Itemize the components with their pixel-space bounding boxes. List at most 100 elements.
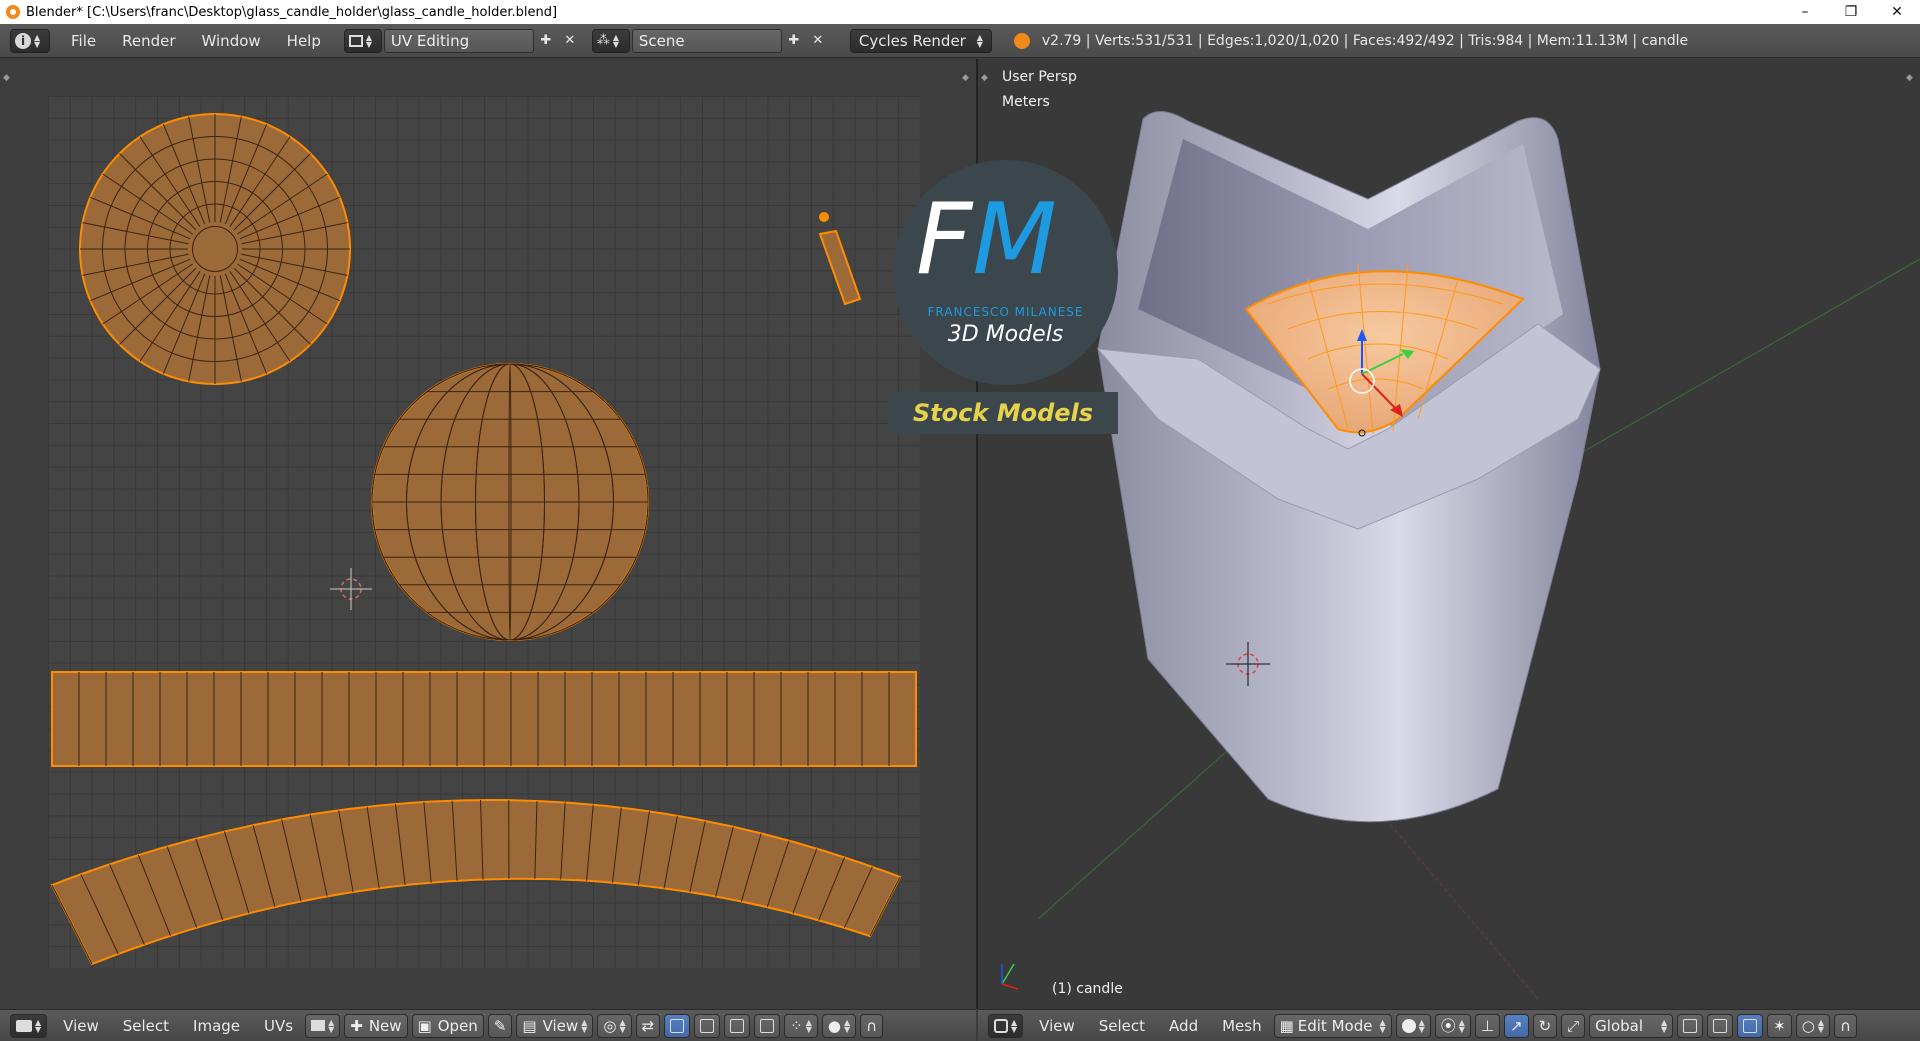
edge-mode-button[interactable] bbox=[1707, 1013, 1734, 1038]
menu-help[interactable]: Help bbox=[274, 32, 334, 50]
edge-select-mode[interactable] bbox=[694, 1013, 721, 1038]
snap-3d-toggle[interactable]: ∩ bbox=[1834, 1013, 1857, 1038]
screen-layout-selector[interactable]: ▲ ▼ bbox=[343, 28, 382, 53]
axis-indicator-x bbox=[1001, 983, 1019, 990]
snap-toggle[interactable]: ∩ bbox=[860, 1013, 884, 1038]
limit-selection-toggle[interactable]: ✶ bbox=[1767, 1013, 1792, 1038]
uv-image-editor[interactable]: ◆ ◆ bbox=[0, 59, 976, 1009]
scale-manipulator[interactable]: ⤢ bbox=[1561, 1013, 1586, 1038]
3d-menu-select[interactable]: Select bbox=[1087, 1017, 1157, 1035]
proportional-edit-dropdown[interactable]: ● ▲ ▼ bbox=[821, 1013, 857, 1038]
updown-icon: ▲ ▼ bbox=[1661, 1017, 1668, 1034]
open-image-button[interactable]: ▣ Open bbox=[411, 1013, 484, 1038]
add-layout-icon[interactable]: ✚ bbox=[534, 29, 558, 53]
view-units-label: Meters bbox=[1002, 94, 1050, 110]
updown-icon: ▲ ▼ bbox=[976, 32, 983, 49]
face-mode-button[interactable] bbox=[1737, 1013, 1764, 1038]
face-select-mode[interactable] bbox=[724, 1013, 751, 1038]
blender-logo-icon bbox=[6, 5, 20, 19]
menu-render[interactable]: Render bbox=[109, 32, 188, 50]
restore-button[interactable]: ❐ bbox=[1828, 0, 1874, 24]
remove-scene-icon[interactable]: ✕ bbox=[806, 29, 830, 53]
active-object-label: (1) candle bbox=[1052, 981, 1123, 997]
pivot-icon: ◎ bbox=[603, 1016, 617, 1035]
uv-menu-select[interactable]: Select bbox=[111, 1017, 181, 1035]
mode-label: Edit Mode bbox=[1297, 1016, 1373, 1035]
uv-island-dot[interactable] bbox=[819, 212, 829, 222]
sync-selection-toggle[interactable]: ⇄ bbox=[635, 1013, 661, 1038]
uv-island-band[interactable] bbox=[50, 799, 902, 966]
uv-island-small[interactable] bbox=[818, 229, 862, 306]
vertex-select-mode[interactable] bbox=[664, 1013, 691, 1038]
vertex-select-icon bbox=[670, 1018, 685, 1033]
solid-shading-icon bbox=[1401, 1018, 1416, 1033]
add-scene-icon[interactable]: ✚ bbox=[782, 29, 806, 53]
new-image-label: New bbox=[368, 1016, 402, 1035]
rotate-manipulator[interactable]: ↻ bbox=[1532, 1013, 1558, 1038]
updown-icon: ▲ ▼ bbox=[34, 32, 41, 49]
view-mode-dropdown[interactable]: ▤ View ▲ ▼ bbox=[516, 1013, 594, 1038]
3d-scene[interactable] bbox=[978, 59, 1920, 1009]
view-perspective-label: User Persp bbox=[1002, 69, 1077, 85]
stock-models-badge: Stock Models bbox=[888, 392, 1118, 434]
manipulator-icon: ⊥ bbox=[1480, 1016, 1494, 1035]
screen-layout-field[interactable]: UV Editing bbox=[383, 28, 534, 53]
pivot-dropdown[interactable]: ◎ ▲ ▼ bbox=[597, 1013, 632, 1038]
uv-menu-image[interactable]: Image bbox=[181, 1017, 252, 1035]
menu-window[interactable]: Window bbox=[189, 32, 274, 50]
editor-type-info-button[interactable]: i ▲ ▼ bbox=[10, 28, 50, 53]
region-toggle-icon[interactable]: ◆ bbox=[1906, 73, 1913, 83]
remove-layout-icon[interactable]: ✕ bbox=[558, 29, 582, 53]
info-header: i ▲ ▼ File Render Window Help ▲ ▼ UV Editi… bbox=[0, 24, 1920, 58]
3d-viewport[interactable]: ◆ ◆ User Persp Meters (1) candle bbox=[978, 59, 1920, 1009]
logo-letter-m: M bbox=[972, 183, 1057, 297]
region-toggle-icon[interactable]: ◆ bbox=[981, 73, 988, 83]
updown-icon: ▲ ▼ bbox=[1379, 1017, 1386, 1034]
3d-menu-mesh[interactable]: Mesh bbox=[1210, 1017, 1274, 1035]
view-mode-icon: ▤ bbox=[522, 1016, 537, 1035]
brand-name: FRANCESCO MILANESE bbox=[927, 305, 1084, 319]
scene-selector[interactable]: ⁂ ▲ ▼ bbox=[591, 28, 630, 53]
uv-menu-uvs[interactable]: UVs bbox=[252, 1017, 305, 1035]
vertex-mode-icon bbox=[1683, 1018, 1698, 1033]
editor-type-uv-button[interactable]: ▲ ▼ bbox=[10, 1013, 48, 1038]
edge-select-icon bbox=[700, 1018, 715, 1033]
new-image-button[interactable]: ✚ New bbox=[344, 1013, 408, 1038]
transform-orientation-dropdown[interactable]: Global ▲ ▼ bbox=[1589, 1013, 1674, 1038]
updown-icon: ▲ ▼ bbox=[1458, 1017, 1465, 1034]
edge-mode-icon bbox=[1713, 1018, 1728, 1033]
mode-dropdown[interactable]: ▦ Edit Mode ▲ ▼ bbox=[1273, 1013, 1392, 1038]
scene-field[interactable]: Scene bbox=[631, 28, 782, 53]
3d-menu-view[interactable]: View bbox=[1027, 1017, 1087, 1035]
manipulator-toggle[interactable]: ⊥ bbox=[1474, 1013, 1500, 1038]
updown-icon: ▲ ▼ bbox=[1817, 1017, 1824, 1034]
watermark-logo: FM FRANCESCO MILANESE 3D Models Stock Mo… bbox=[888, 160, 1118, 435]
proportional-edit-3d[interactable]: ○ ▲ ▼ bbox=[1795, 1013, 1830, 1038]
vertex-mode-button[interactable] bbox=[1677, 1013, 1704, 1038]
image-browse-button[interactable]: ▲ ▼ bbox=[305, 1013, 341, 1038]
sticky-select-icon: ⁘ bbox=[790, 1016, 803, 1035]
pin-button[interactable]: ✎ bbox=[487, 1013, 513, 1038]
sync-icon: ⇄ bbox=[641, 1016, 655, 1035]
updown-icon: ▲ ▼ bbox=[1418, 1017, 1425, 1034]
close-button[interactable]: ✕ bbox=[1874, 0, 1920, 24]
updown-icon: ▲ ▼ bbox=[35, 1017, 42, 1034]
menu-file[interactable]: File bbox=[58, 32, 109, 50]
magnet-icon: ∩ bbox=[866, 1016, 878, 1035]
image-icon bbox=[311, 1020, 326, 1031]
arrow-icon: ↗ bbox=[1510, 1016, 1523, 1035]
island-select-mode[interactable] bbox=[754, 1013, 781, 1038]
translate-manipulator[interactable]: ↗ bbox=[1504, 1013, 1529, 1038]
face-mode-icon bbox=[1743, 1018, 1758, 1033]
render-engine-label: Cycles Render bbox=[858, 31, 966, 50]
viewport-shading-dropdown[interactable]: ▲ ▼ bbox=[1395, 1013, 1431, 1038]
editor-type-3d-button[interactable]: ▲ ▼ bbox=[988, 1013, 1024, 1038]
uv-menu-view[interactable]: View bbox=[51, 1017, 111, 1035]
pivot-point-dropdown[interactable]: ⦿ ▲ ▼ bbox=[1434, 1013, 1471, 1038]
updown-icon: ▲ ▼ bbox=[612, 32, 620, 49]
3d-menu-add[interactable]: Add bbox=[1157, 1017, 1210, 1035]
render-engine-dropdown[interactable]: Cycles Render ▲ ▼ bbox=[849, 28, 992, 53]
sticky-select-dropdown[interactable]: ⁘ ▲ ▼ bbox=[784, 1013, 818, 1038]
minimize-button[interactable]: – bbox=[1782, 0, 1828, 24]
uv-islands[interactable] bbox=[0, 59, 976, 1009]
